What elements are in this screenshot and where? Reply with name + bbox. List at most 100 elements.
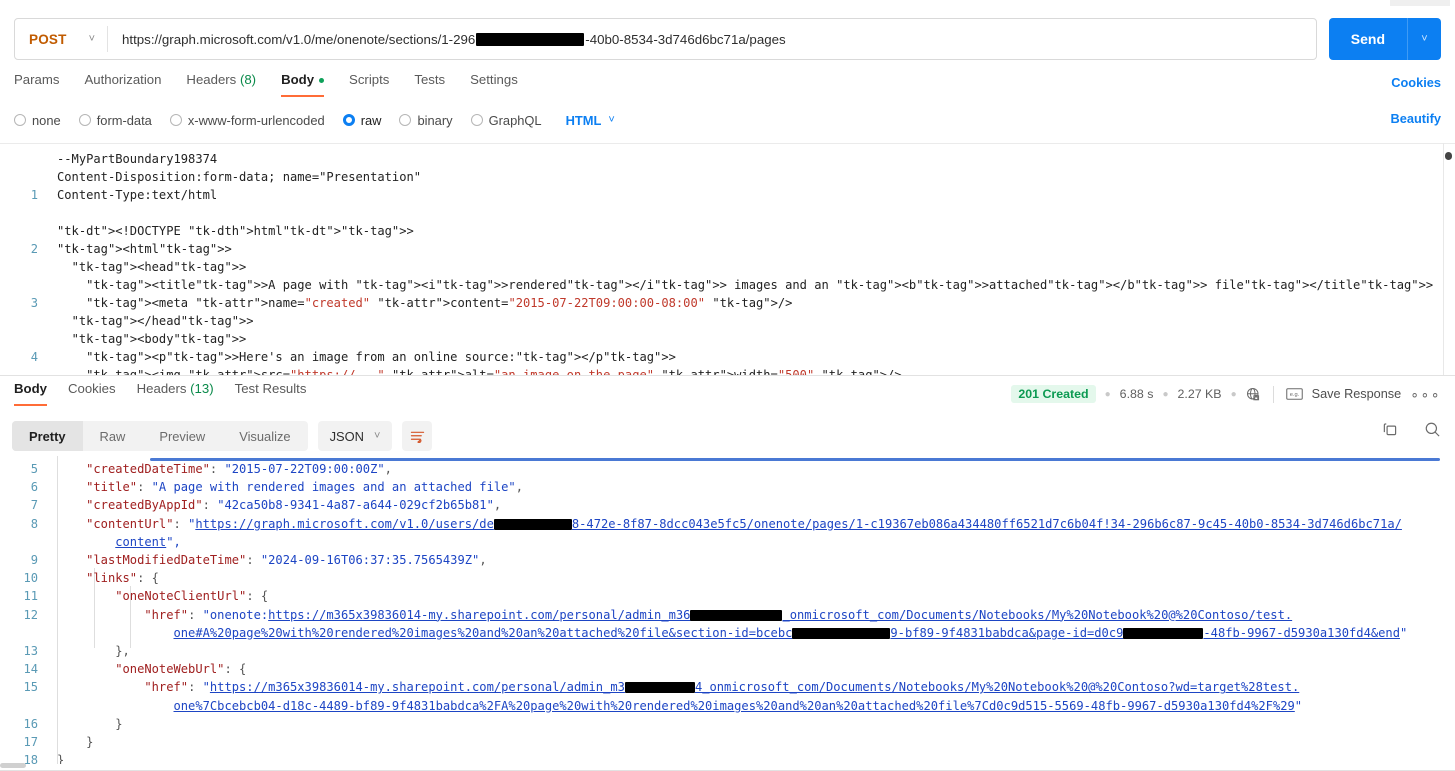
body-format-label: HTML (565, 112, 602, 128)
response-tab-test-results[interactable]: Test Results (235, 381, 307, 406)
scrollbar-thumb[interactable] (0, 763, 26, 768)
globe-lock-icon[interactable] (1246, 387, 1261, 402)
divider (1272, 385, 1274, 403)
send-button[interactable]: Send (1328, 18, 1407, 60)
request-body-scrollbar[interactable] (1444, 146, 1452, 374)
view-mode-preview[interactable]: Preview (142, 421, 222, 451)
redaction-block (690, 609, 783, 621)
postman-request-response-view: POST ˅ https://graph.microsoft.com/v1.0/… (0, 0, 1455, 771)
request-code-content[interactable]: --MyPartBoundary198374 Content-Dispositio… (57, 144, 1435, 375)
chevron-down-icon: ˅ (373, 429, 381, 442)
send-options-chevron-down-icon[interactable]: ˅ (1407, 18, 1441, 60)
code-line: "tk-dt"><!DOCTYPE "tk-dth">html"tk-dt">"… (57, 224, 414, 238)
beautify-link[interactable]: Beautify (1391, 111, 1442, 126)
body-modified-dot-icon (319, 78, 325, 84)
radio-icon (14, 114, 26, 126)
ellipsis-icon[interactable]: ∘∘∘ (1410, 386, 1441, 403)
chevron-down-icon: ˅ (608, 113, 615, 126)
line-number: 11 (23, 589, 38, 604)
code-line: "tk-tag"><meta "tk-attr">name="created" … (86, 296, 793, 310)
url-suffix: -40b0-8534-3d746d6bc71a/pages (585, 31, 786, 47)
body-type-binary[interactable]: binary (399, 113, 453, 128)
tab-scripts[interactable]: Scripts (349, 72, 389, 96)
response-action-icons (1382, 421, 1441, 438)
response-tab-cookies[interactable]: Cookies (68, 381, 116, 406)
tab-label: Cookies (67, 380, 116, 396)
code-line: "title": "A page with rendered images an… (86, 480, 523, 495)
code-line: "oneNoteClientUrl": { (115, 589, 269, 604)
code-line: --MyPartBoundary198374 (57, 152, 218, 166)
option-label: raw (360, 112, 382, 128)
line-number: 16 (23, 716, 38, 731)
tab-label: Body (14, 380, 47, 396)
tab-body[interactable]: Body (281, 72, 325, 97)
response-tab-body[interactable]: Body (14, 381, 47, 406)
tab-label: Authorization (84, 72, 162, 87)
radio-icon (169, 114, 182, 126)
body-type-options: none form-data x-www-form-urlencoded raw… (0, 108, 1455, 132)
response-line-numbers: 5 6 7 8 9 10 11 12 13 14 15 16 17 18 (0, 456, 47, 764)
line-number: 14 (23, 662, 38, 677)
status-badge: 201 Created (1011, 385, 1096, 403)
redaction-block (1123, 627, 1204, 639)
response-cookies-icon[interactable]: e.g. (1285, 387, 1303, 401)
line-number: 10 (23, 571, 38, 586)
body-type-graphql[interactable]: GraphQL (470, 113, 542, 128)
copy-icon[interactable] (1382, 421, 1399, 438)
dot-separator: ● (1162, 388, 1169, 400)
url-input[interactable]: https://graph.microsoft.com/v1.0/me/onen… (108, 19, 1316, 59)
tab-label: Headers (186, 72, 237, 87)
code-line: Content-Type:text/html (57, 188, 218, 202)
response-time: 6.88 s (1119, 387, 1154, 401)
view-mode-pretty[interactable]: Pretty (12, 421, 83, 451)
scrollbar-thumb[interactable] (1445, 152, 1452, 160)
body-type-x-www-form-urlencoded[interactable]: x-www-form-urlencoded (169, 112, 325, 128)
tab-headers[interactable]: Headers (8) (186, 72, 256, 96)
headers-count: (8) (239, 72, 257, 87)
response-body-code[interactable]: 5 6 7 8 9 10 11 12 13 14 15 16 17 18 "createdDateTime… (0, 456, 1455, 764)
tab-authorization[interactable]: Authorization (84, 72, 161, 96)
code-line: }, (57, 644, 130, 659)
line-number: 12 (23, 607, 38, 622)
response-tab-headers[interactable]: Headers (13) (137, 381, 214, 406)
save-response-button[interactable]: Save Response (1312, 387, 1402, 401)
tab-tests[interactable]: Tests (414, 72, 445, 96)
mode-label: Pretty (29, 428, 66, 444)
line-number: 3 (30, 296, 38, 310)
redaction-block (476, 32, 585, 46)
tab-settings[interactable]: Settings (470, 72, 518, 96)
wrap-lines-icon[interactable] (402, 421, 433, 451)
line-number: 6 (30, 480, 38, 495)
send-button-group: Send ˅ (1328, 18, 1441, 60)
response-language-selector[interactable]: JSON ˅ (317, 421, 393, 451)
code-line: "createdByAppId": "42ca50b8-9341-4a87-a6… (86, 498, 502, 513)
line-number: 13 (23, 643, 38, 658)
code-line: "tk-tag"><body"tk-tag">> (71, 332, 247, 346)
tab-label: Test Results (234, 380, 307, 396)
tab-params[interactable]: Params (14, 72, 59, 96)
body-type-form-data[interactable]: form-data (78, 113, 152, 128)
request-body-editor[interactable]: 1 2 3 4 5 6 7 8 9 10 11 12 13 --MyPartBo… (0, 143, 1455, 375)
response-bottom-scrollbar[interactable] (0, 763, 1455, 769)
chevron-down-icon: ˅ (88, 32, 95, 45)
option-label: x-www-form-urlencoded (187, 112, 325, 128)
tab-label: Body (281, 72, 315, 87)
cookies-link[interactable]: Cookies (1391, 75, 1441, 90)
radio-selected-icon (342, 114, 355, 126)
request-line-numbers: 1 2 3 4 5 6 7 8 9 10 11 12 13 (0, 144, 47, 375)
url-field-container: POST ˅ https://graph.microsoft.com/v1.0/… (14, 18, 1317, 60)
mode-label: Preview (159, 428, 206, 444)
body-type-raw[interactable]: raw (342, 112, 382, 128)
http-method-selector[interactable]: POST ˅ (15, 19, 107, 59)
view-mode-raw[interactable]: Raw (83, 421, 143, 451)
view-mode-visualize[interactable]: Visualize (222, 421, 307, 451)
search-icon[interactable] (1424, 421, 1441, 438)
line-number: 17 (23, 734, 38, 749)
radio-icon (78, 114, 91, 126)
code-line: "href": "https://m365x39836014-my.sharep… (144, 680, 1303, 713)
response-code-content[interactable]: "createdDateTime": "2015-07-22T09:00:00Z… (57, 456, 1447, 764)
body-format-selector[interactable]: HTML ˅ (566, 113, 615, 128)
code-line: "tk-tag"></head"tk-tag">> (71, 314, 254, 328)
body-type-none[interactable]: none (14, 113, 61, 128)
code-line: "lastModifiedDateTime": "2024-09-16T06:3… (86, 553, 487, 568)
